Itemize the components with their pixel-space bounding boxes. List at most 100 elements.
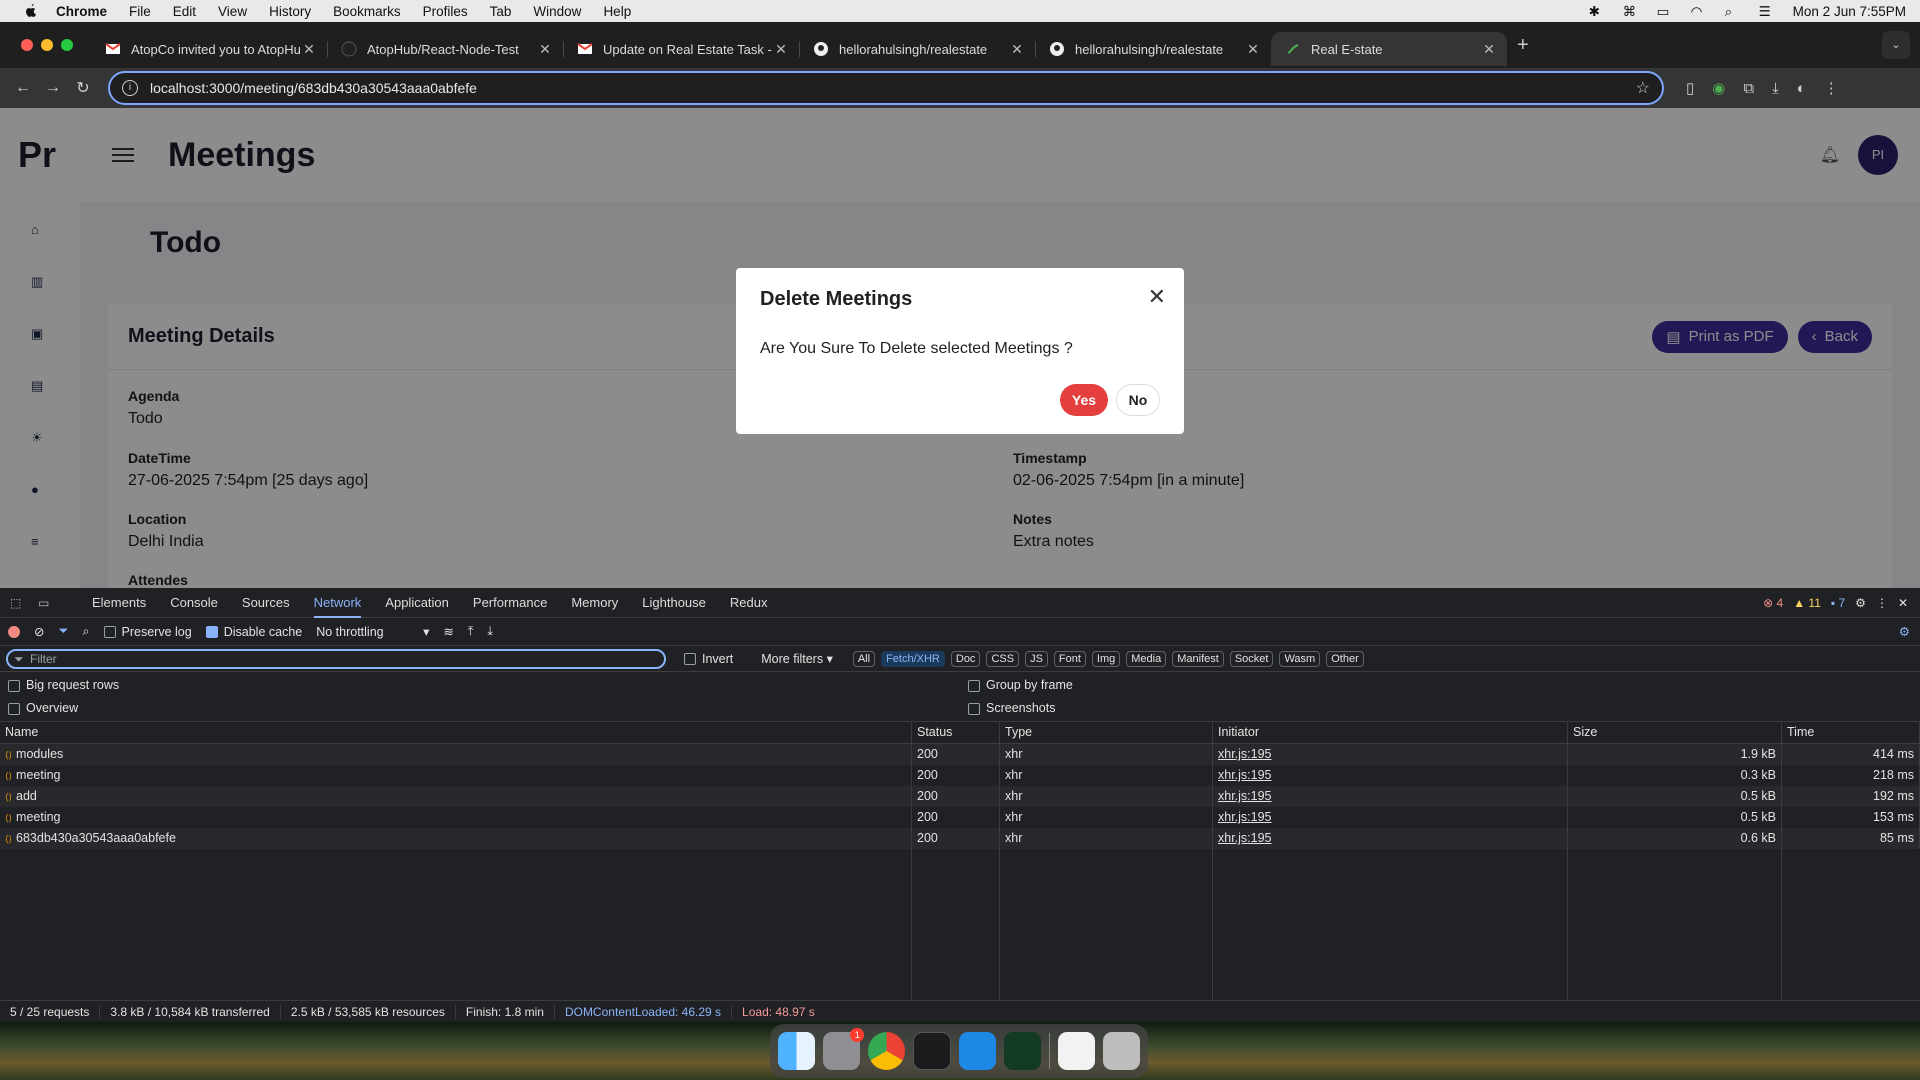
finder-icon[interactable] — [778, 1032, 816, 1070]
trash-icon[interactable] — [1102, 1032, 1141, 1070]
device-toolbar-icon[interactable]: ▭ — [38, 596, 56, 610]
forward-arrow-icon[interactable]: → — [38, 79, 68, 97]
close-tab-icon[interactable]: ✕ — [773, 41, 789, 58]
screenshots-checkbox[interactable]: Screenshots — [968, 701, 1055, 715]
menu-profiles[interactable]: Profiles — [423, 4, 468, 19]
import-har-icon[interactable]: ⤒ — [468, 624, 474, 639]
terminal-icon[interactable] — [913, 1032, 951, 1070]
menu-help[interactable]: Help — [603, 4, 631, 19]
new-tab-button[interactable]: + — [1517, 34, 1529, 57]
filter-doc[interactable]: Doc — [950, 650, 981, 667]
menu-tab[interactable]: Tab — [490, 4, 512, 19]
minimize-window-button[interactable] — [41, 39, 53, 51]
network-settings-icon[interactable]: ⚙ — [1899, 624, 1910, 639]
search-icon[interactable]: ⌕ — [83, 624, 90, 639]
col-type[interactable]: Type — [1000, 722, 1213, 743]
bluetooth-icon[interactable]: ✱ — [1589, 4, 1607, 19]
close-window-button[interactable] — [21, 39, 33, 51]
close-tab-icon[interactable]: ✕ — [1481, 41, 1497, 58]
tab-application[interactable]: Application — [385, 588, 449, 618]
apple-icon[interactable] — [20, 3, 42, 19]
initiator-link[interactable]: xhr.js:195 — [1218, 831, 1272, 845]
export-har-icon[interactable]: ⤓ — [487, 624, 493, 639]
menu-datetime[interactable]: Mon 2 Jun 7:55PM — [1793, 4, 1906, 19]
tab-lighthouse[interactable]: Lighthouse — [642, 588, 706, 618]
inspect-icon[interactable]: ⬚ — [10, 596, 28, 610]
big-rows-checkbox[interactable]: Big request rows — [8, 678, 119, 692]
close-tab-icon[interactable]: ✕ — [1245, 41, 1261, 58]
filter-js[interactable]: JS — [1025, 650, 1048, 667]
clear-icon[interactable]: ⊘ — [34, 624, 44, 639]
row-name[interactable]: meeting — [0, 765, 912, 786]
close-icon[interactable]: ✕ — [1148, 284, 1166, 310]
more-filters-dropdown[interactable]: More filters ▾ — [761, 651, 833, 666]
menu-view[interactable]: View — [218, 4, 247, 19]
menu-edit[interactable]: Edit — [173, 4, 196, 19]
tab-redux[interactable]: Redux — [730, 588, 768, 618]
col-status[interactable]: Status — [912, 722, 1000, 743]
tab-github-react-node[interactable]: AtopHub/React-Node-Test ✕ — [327, 32, 563, 66]
table-row[interactable]: meeting 200 xhr xhr.js:195 0.5 kB 153 ms — [0, 807, 1920, 828]
chrome-icon[interactable] — [868, 1032, 906, 1070]
overview-checkbox[interactable]: Overview — [8, 701, 78, 715]
more-options-icon[interactable]: ⋮ — [1876, 596, 1888, 610]
extension-green-icon[interactable]: ◉ — [1712, 79, 1725, 97]
no-button[interactable]: No — [1116, 384, 1160, 416]
tab-memory[interactable]: Memory — [571, 588, 618, 618]
row-name[interactable]: modules — [0, 744, 912, 765]
error-count[interactable]: ⊗ 4 — [1763, 596, 1783, 610]
table-row[interactable]: add 200 xhr xhr.js:195 0.5 kB 192 ms — [0, 786, 1920, 807]
yes-button[interactable]: Yes — [1060, 384, 1108, 416]
col-size[interactable]: Size — [1568, 722, 1782, 743]
col-name[interactable]: Name — [0, 722, 912, 743]
warning-count[interactable]: ▲ 11 — [1793, 596, 1821, 610]
col-initiator[interactable]: Initiator — [1213, 722, 1568, 743]
tab-github-realestate-2[interactable]: hellorahulsingh/realestate ✕ — [1035, 32, 1271, 66]
document-icon[interactable] — [1057, 1032, 1095, 1070]
address-bar[interactable]: i localhost:3000/meeting/683db430a30543a… — [108, 71, 1664, 105]
menu-bookmarks[interactable]: Bookmarks — [333, 4, 401, 19]
filter-manifest[interactable]: Manifest — [1172, 650, 1224, 667]
battery-icon[interactable]: ▭ — [1657, 4, 1675, 19]
spotlight-icon[interactable]: ⌕ — [1725, 4, 1743, 19]
maximize-window-button[interactable] — [61, 39, 73, 51]
row-name[interactable]: 683db430a30543aaa0abfefe — [0, 828, 912, 849]
tab-gmail-invite[interactable]: AtopCo invited you to AtopHu ✕ — [91, 32, 327, 66]
filter-css[interactable]: CSS — [986, 650, 1020, 667]
puzzle-icon[interactable]: ⧉ — [1743, 80, 1754, 97]
filter-img[interactable]: Img — [1091, 650, 1121, 667]
tab-console[interactable]: Console — [170, 588, 218, 618]
site-info-icon[interactable]: i — [122, 80, 138, 96]
table-row[interactable]: meeting 200 xhr xhr.js:195 0.3 kB 218 ms — [0, 765, 1920, 786]
tab-sources[interactable]: Sources — [242, 588, 290, 618]
menu-window[interactable]: Window — [533, 4, 581, 19]
filter-media[interactable]: Media — [1126, 650, 1167, 667]
tab-elements[interactable]: Elements — [92, 588, 146, 618]
download-icon[interactable]: ⤓ — [1772, 80, 1779, 97]
tab-search-chevron-icon[interactable]: ⌄ — [1882, 31, 1910, 59]
menu-history[interactable]: History — [269, 4, 311, 19]
record-icon[interactable] — [8, 625, 20, 638]
vscode-icon[interactable] — [958, 1032, 996, 1070]
initiator-link[interactable]: xhr.js:195 — [1218, 789, 1272, 803]
initiator-link[interactable]: xhr.js:195 — [1218, 810, 1272, 824]
filter-funnel-icon[interactable]: ⏷ — [58, 624, 68, 639]
filter-socket[interactable]: Socket — [1229, 650, 1274, 667]
filter-fetch-xhr[interactable]: Fetch/XHR — [881, 650, 945, 667]
tab-real-estate[interactable]: Real E-state ✕ — [1271, 32, 1507, 66]
tab-gmail-update[interactable]: Update on Real Estate Task - ✕ — [563, 32, 799, 66]
group-frame-checkbox[interactable]: Group by frame — [968, 678, 1073, 692]
control-icon[interactable]: ⌘ — [1623, 4, 1641, 19]
throttling-select[interactable]: No throttling ▾ — [316, 624, 429, 639]
filter-other[interactable]: Other — [1326, 650, 1364, 667]
close-tab-icon[interactable]: ✕ — [537, 41, 553, 58]
menu-app-name[interactable]: Chrome — [56, 4, 107, 19]
address-url[interactable]: localhost:3000/meeting/683db430a30543aaa… — [150, 80, 477, 96]
tab-performance[interactable]: Performance — [473, 588, 547, 618]
more-menu-icon[interactable]: ⋮ — [1824, 79, 1839, 97]
control-center-icon[interactable]: ☰ — [1759, 4, 1777, 19]
filter-input[interactable]: ⏷ Filter — [6, 648, 666, 669]
table-row[interactable]: modules 200 xhr xhr.js:195 1.9 kB 414 ms — [0, 744, 1920, 765]
table-row[interactable]: 683db430a30543aaa0abfefe 200 xhr xhr.js:… — [0, 828, 1920, 849]
row-name[interactable]: add — [0, 786, 912, 807]
